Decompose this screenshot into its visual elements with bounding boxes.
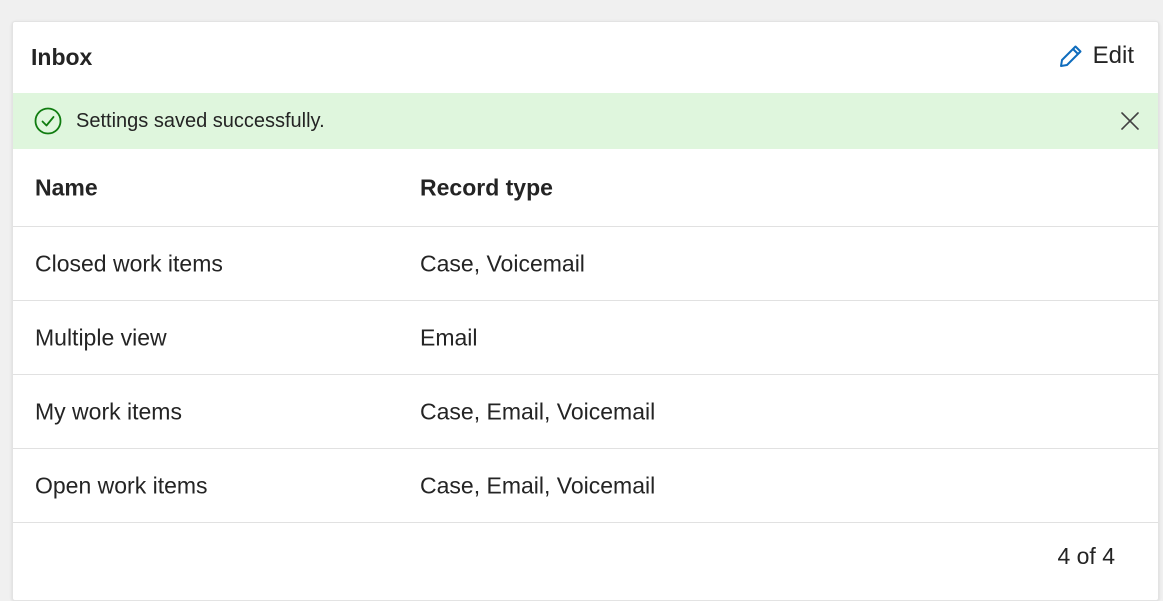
edit-label: Edit [1092,42,1134,69]
table-footer: 4 of 4 [13,525,1158,595]
success-banner: Settings saved successfully. [13,93,1158,149]
pencil-icon [1059,45,1082,67]
row-name: Multiple view [35,324,167,350]
table-header-row: Name Record type [13,149,1158,227]
row-record-type: Email [420,324,478,350]
panel-title: Inbox [31,44,93,70]
views-table: Name Record type Closed work items Case,… [13,149,1158,523]
checkmark-circle-icon [34,107,62,135]
row-name: Open work items [35,472,208,498]
row-record-type: Case, Email, Voicemail [420,398,656,424]
item-count: 4 of 4 [1057,543,1115,569]
table-row[interactable]: My work items Case, Email, Voicemail [13,375,1158,449]
table-row[interactable]: Open work items Case, Email, Voicemail [13,449,1158,523]
row-name: Closed work items [35,250,223,276]
inbox-panel: Inbox Edit Settings saved successfully. … [12,21,1159,601]
table-row[interactable]: Closed work items Case, Voicemail [13,227,1158,301]
edit-button[interactable]: Edit [1057,40,1134,72]
table-row[interactable]: Multiple view Email [13,301,1158,375]
banner-message: Settings saved successfully. [76,110,325,132]
column-header-name[interactable]: Name [35,174,98,201]
row-record-type: Case, Email, Voicemail [420,472,656,498]
column-header-record-type[interactable]: Record type [420,174,553,201]
close-icon[interactable] [1118,109,1142,133]
panel-header: Inbox Edit [13,22,1158,93]
row-name: My work items [35,398,182,424]
row-record-type: Case, Voicemail [420,250,585,276]
